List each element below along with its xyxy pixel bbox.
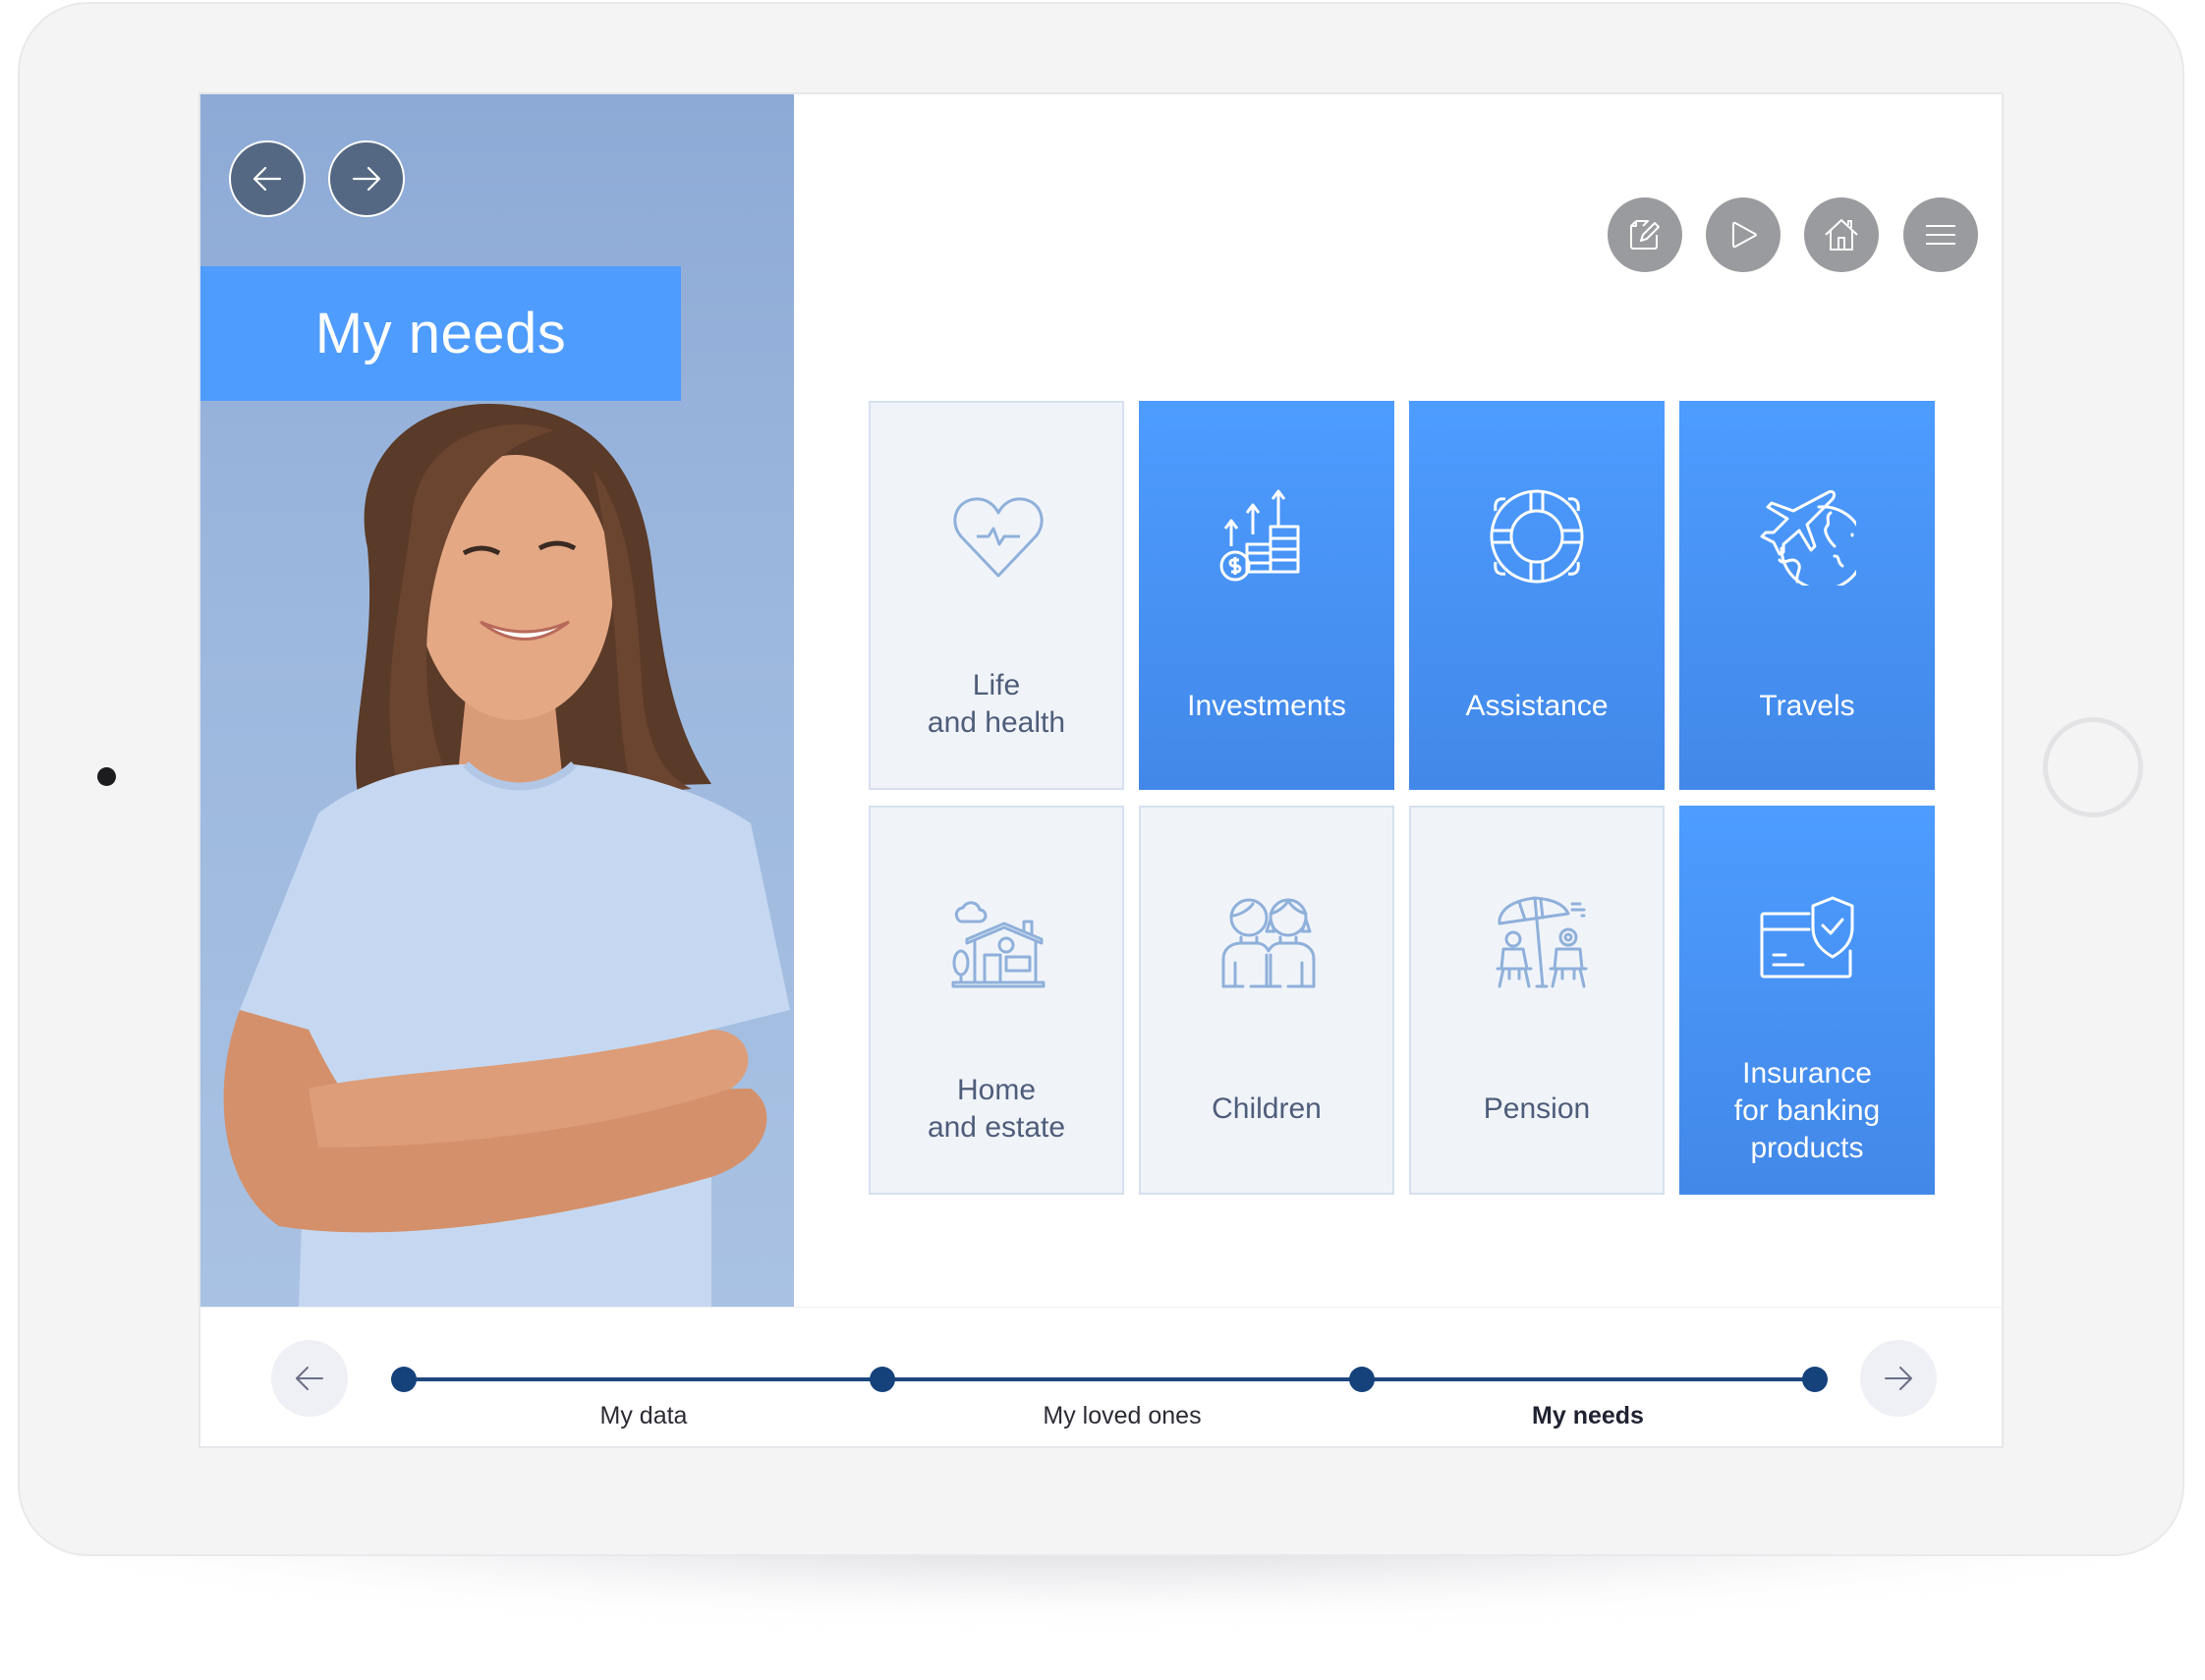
beach-chairs-icon [1496,896,1588,988]
tile-investments[interactable]: Investments [1139,401,1394,790]
progress-dot-my-loved-ones[interactable] [1349,1367,1375,1392]
lifebuoy-icon [1490,489,1584,584]
heart-pulse-icon [953,497,1044,578]
progress-dot-my-needs[interactable] [1802,1367,1828,1392]
progress-dot-start[interactable] [391,1367,417,1392]
tile-label: Insurance for banking products [1733,1057,1881,1164]
tile-label: Children [1212,1092,1322,1125]
play-icon [1732,221,1757,249]
page-title-banner: My needs [200,266,681,401]
tile-travels[interactable]: Travels [1679,401,1935,790]
arrow-left-icon [253,166,282,192]
tile-pension[interactable]: Pension [1409,806,1665,1195]
card-shield-icon [1760,896,1854,979]
menu-icon [1926,225,1955,245]
progress-track [404,1377,1815,1381]
device-home-button[interactable] [2043,717,2143,817]
home-button[interactable] [1804,197,1879,272]
back-button[interactable] [229,140,306,217]
tile-label: Investments [1187,690,1346,722]
progress-footer: My data My loved ones My needs [200,1307,2002,1446]
tile-insurance-banking[interactable]: Insurance for banking products [1679,806,1935,1195]
play-button[interactable] [1706,197,1781,272]
step-label-my-loved-ones[interactable]: My loved ones [926,1402,1319,1430]
tile-label: Travels [1759,690,1855,722]
app-screen: My needs Life and health Investments Ass… [198,92,2004,1448]
tile-label: Assistance [1465,690,1609,722]
camera-dot [97,767,116,786]
house-icon [951,901,1046,988]
step-label-my-needs[interactable]: My needs [1391,1402,1784,1430]
tile-label: Home and estate [927,1074,1066,1144]
page-title: My needs [314,302,567,365]
tile-label: Life and health [927,669,1066,739]
edit-document-icon [1630,220,1660,250]
hero-photo-panel: My needs [200,94,794,1307]
progress-dot-my-data[interactable] [870,1367,895,1392]
children-icon [1221,898,1316,988]
plane-globe-icon [1760,489,1856,586]
menu-button[interactable] [1903,197,1978,272]
forward-button[interactable] [328,140,405,217]
arrow-right-icon [1885,1367,1912,1390]
next-step-button[interactable] [1860,1340,1937,1417]
prev-step-button[interactable] [271,1340,348,1417]
home-icon [1825,219,1858,251]
coins-growth-icon [1219,489,1300,582]
arrow-left-icon [296,1367,323,1390]
tile-children[interactable]: Children [1139,806,1394,1195]
arrow-right-icon [352,166,381,192]
person-photo [223,403,790,1307]
tile-life-health[interactable]: Life and health [869,401,1124,790]
step-label-my-data[interactable]: My data [447,1402,840,1430]
edit-button[interactable] [1608,197,1682,272]
tile-home-estate[interactable]: Home and estate [869,806,1124,1195]
tile-assistance[interactable]: Assistance [1409,401,1665,790]
tile-label: Pension [1483,1092,1591,1125]
